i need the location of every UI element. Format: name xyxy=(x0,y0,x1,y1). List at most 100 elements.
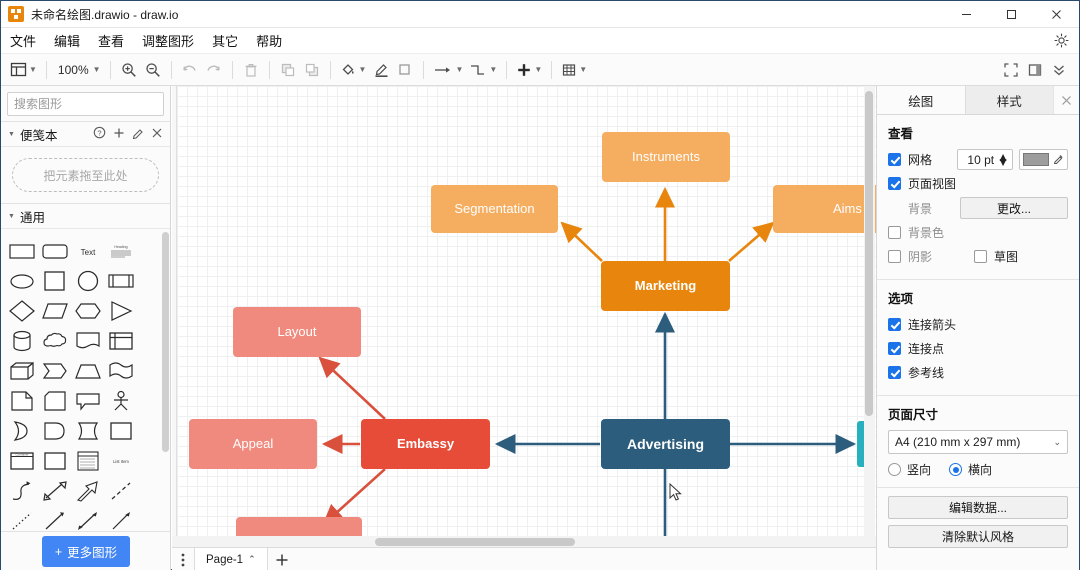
shape-panel-scrollbar[interactable] xyxy=(162,232,169,452)
shape-trapezoid[interactable] xyxy=(71,356,104,386)
edit-data-button[interactable]: 编辑数据... xyxy=(888,496,1068,519)
eyedropper-icon[interactable] xyxy=(1053,153,1064,167)
shape-container[interactable] xyxy=(104,416,137,446)
diagram-node-marketing[interactable]: Marketing xyxy=(601,261,730,311)
shape-process[interactable] xyxy=(104,266,137,296)
diagram-node-embassy[interactable]: Embassy xyxy=(361,419,490,469)
section-header-scratchpad[interactable]: ▼ 便笺本 ? xyxy=(1,121,170,147)
connection-points-checkbox[interactable] xyxy=(888,342,901,355)
add-page-icon[interactable] xyxy=(268,548,296,570)
shape-tape[interactable] xyxy=(104,356,137,386)
clear-default-style-button[interactable]: 清除默认风格 xyxy=(888,525,1068,548)
scratchpad-dropzone[interactable]: 把元素拖至此处 xyxy=(12,158,159,192)
close-icon[interactable] xyxy=(1053,86,1079,114)
zoom-in-icon[interactable] xyxy=(117,57,141,83)
edit-icon[interactable] xyxy=(132,127,144,142)
help-icon[interactable]: ? xyxy=(93,126,106,142)
close-icon[interactable] xyxy=(151,127,163,142)
shape-circle[interactable] xyxy=(71,266,104,296)
shape-ellipse[interactable] xyxy=(5,266,38,296)
background-color-checkbox[interactable] xyxy=(888,226,901,239)
shape-callout[interactable] xyxy=(71,386,104,416)
orientation-landscape[interactable]: 横向 xyxy=(949,461,992,478)
shape-cloud[interactable] xyxy=(38,326,71,356)
shape-square[interactable] xyxy=(38,266,71,296)
shape-rectangle[interactable] xyxy=(5,236,38,266)
shape-parallelogram[interactable] xyxy=(38,296,71,326)
trash-icon[interactable] xyxy=(239,57,263,83)
guides-checkbox[interactable] xyxy=(888,366,901,379)
grid-checkbox[interactable] xyxy=(888,153,901,166)
shape-list-item[interactable]: List Item xyxy=(104,446,137,476)
sketch-checkbox[interactable] xyxy=(974,250,988,263)
diagram-node-appeal[interactable]: Appeal xyxy=(189,419,317,469)
landscape-radio[interactable] xyxy=(949,463,963,476)
grid-size-stepper[interactable]: 10 pt ▲ ▼ xyxy=(957,149,1013,170)
menu-arrange[interactable]: 调整图形 xyxy=(133,28,203,53)
shape-bidirectional-arrow[interactable] xyxy=(38,476,71,506)
page-tab-page-1[interactable]: Page-1 ⌃ xyxy=(194,547,268,570)
shadow-icon[interactable] xyxy=(393,57,417,83)
table-icon[interactable]: ▼ xyxy=(558,57,590,83)
shape-data-storage[interactable] xyxy=(71,416,104,446)
menu-file[interactable]: 文件 xyxy=(1,28,45,53)
zoom-level-button[interactable]: 100% ▼ xyxy=(53,57,104,83)
diagram-node-layout[interactable]: Layout xyxy=(233,307,361,357)
diagram-node-bottom-salmon[interactable] xyxy=(236,517,362,536)
diagram-node-advertising[interactable]: Advertising xyxy=(601,419,730,469)
maximize-button[interactable] xyxy=(989,1,1034,28)
menu-view[interactable]: 查看 xyxy=(89,28,133,53)
shape-list[interactable] xyxy=(71,446,104,476)
canvas-vertical-scrollbar[interactable] xyxy=(865,91,873,416)
paper-size-select[interactable]: A4 (210 mm x 297 mm) ⌄ xyxy=(888,430,1068,454)
connection-arrow-icon[interactable]: ▼ xyxy=(430,57,466,83)
shape-diamond[interactable] xyxy=(5,296,38,326)
grid-color-control[interactable] xyxy=(1019,149,1068,170)
send-to-back-icon[interactable] xyxy=(300,57,324,83)
fullscreen-icon[interactable] xyxy=(999,57,1023,83)
chevron-down-icon[interactable]: ▼ xyxy=(997,156,1009,168)
diagram-node-instruments[interactable]: Instruments xyxy=(602,132,730,182)
page-view-icon[interactable]: ▼ xyxy=(7,57,40,83)
tab-style[interactable]: 样式 xyxy=(964,86,1053,114)
shadow-checkbox[interactable] xyxy=(888,250,901,263)
diagram-node-aims[interactable]: Aims xyxy=(773,185,876,233)
fill-color-icon[interactable]: ▼ xyxy=(337,57,370,83)
diagram-canvas[interactable]: Instruments Segmentation Aims Marketing … xyxy=(172,86,876,536)
page-menu-icon[interactable] xyxy=(172,552,194,568)
minimize-button[interactable] xyxy=(944,1,989,28)
menu-edit[interactable]: 编辑 xyxy=(45,28,89,53)
shape-or[interactable] xyxy=(5,416,38,446)
shape-cylinder[interactable] xyxy=(5,326,38,356)
chevron-up-icon[interactable]: ⌃ xyxy=(248,554,256,565)
bring-to-front-icon[interactable] xyxy=(276,57,300,83)
shape-arrow[interactable] xyxy=(71,476,104,506)
shape-text[interactable]: Text xyxy=(71,236,104,266)
zoom-out-icon[interactable] xyxy=(141,57,165,83)
shape-document[interactable] xyxy=(71,326,104,356)
shape-actor[interactable] xyxy=(104,386,137,416)
add-icon[interactable] xyxy=(113,127,125,142)
brightness-icon[interactable] xyxy=(1054,33,1069,48)
shape-textbox[interactable]: Heading xyxy=(104,236,137,266)
menu-extras[interactable]: 其它 xyxy=(203,28,247,53)
canvas-horizontal-scrollbar[interactable] xyxy=(375,538,575,546)
shape-and[interactable] xyxy=(38,416,71,446)
chevron-double-down-icon[interactable] xyxy=(1047,57,1071,83)
tab-diagram[interactable]: 绘图 xyxy=(877,86,965,114)
shape-search-box[interactable] xyxy=(7,92,170,116)
search-input[interactable] xyxy=(8,97,170,111)
shape-cube[interactable] xyxy=(5,356,38,386)
waypoint-icon[interactable]: ▼ xyxy=(466,57,500,83)
more-shapes-button[interactable]: + 更多图形 xyxy=(41,536,131,567)
diagram-node-segmentation[interactable]: Segmentation xyxy=(431,185,558,233)
shape-internal-storage[interactable] xyxy=(104,326,137,356)
shape-note[interactable] xyxy=(5,386,38,416)
color-swatch[interactable] xyxy=(1023,153,1049,166)
shape-card[interactable] xyxy=(38,386,71,416)
section-header-general[interactable]: ▼ 通用 xyxy=(1,203,170,229)
close-button[interactable] xyxy=(1034,1,1079,28)
stepper-arrows-icon[interactable]: ▲ ▼ xyxy=(997,151,1009,168)
redo-icon[interactable] xyxy=(202,57,226,83)
page-view-checkbox[interactable] xyxy=(888,177,901,190)
